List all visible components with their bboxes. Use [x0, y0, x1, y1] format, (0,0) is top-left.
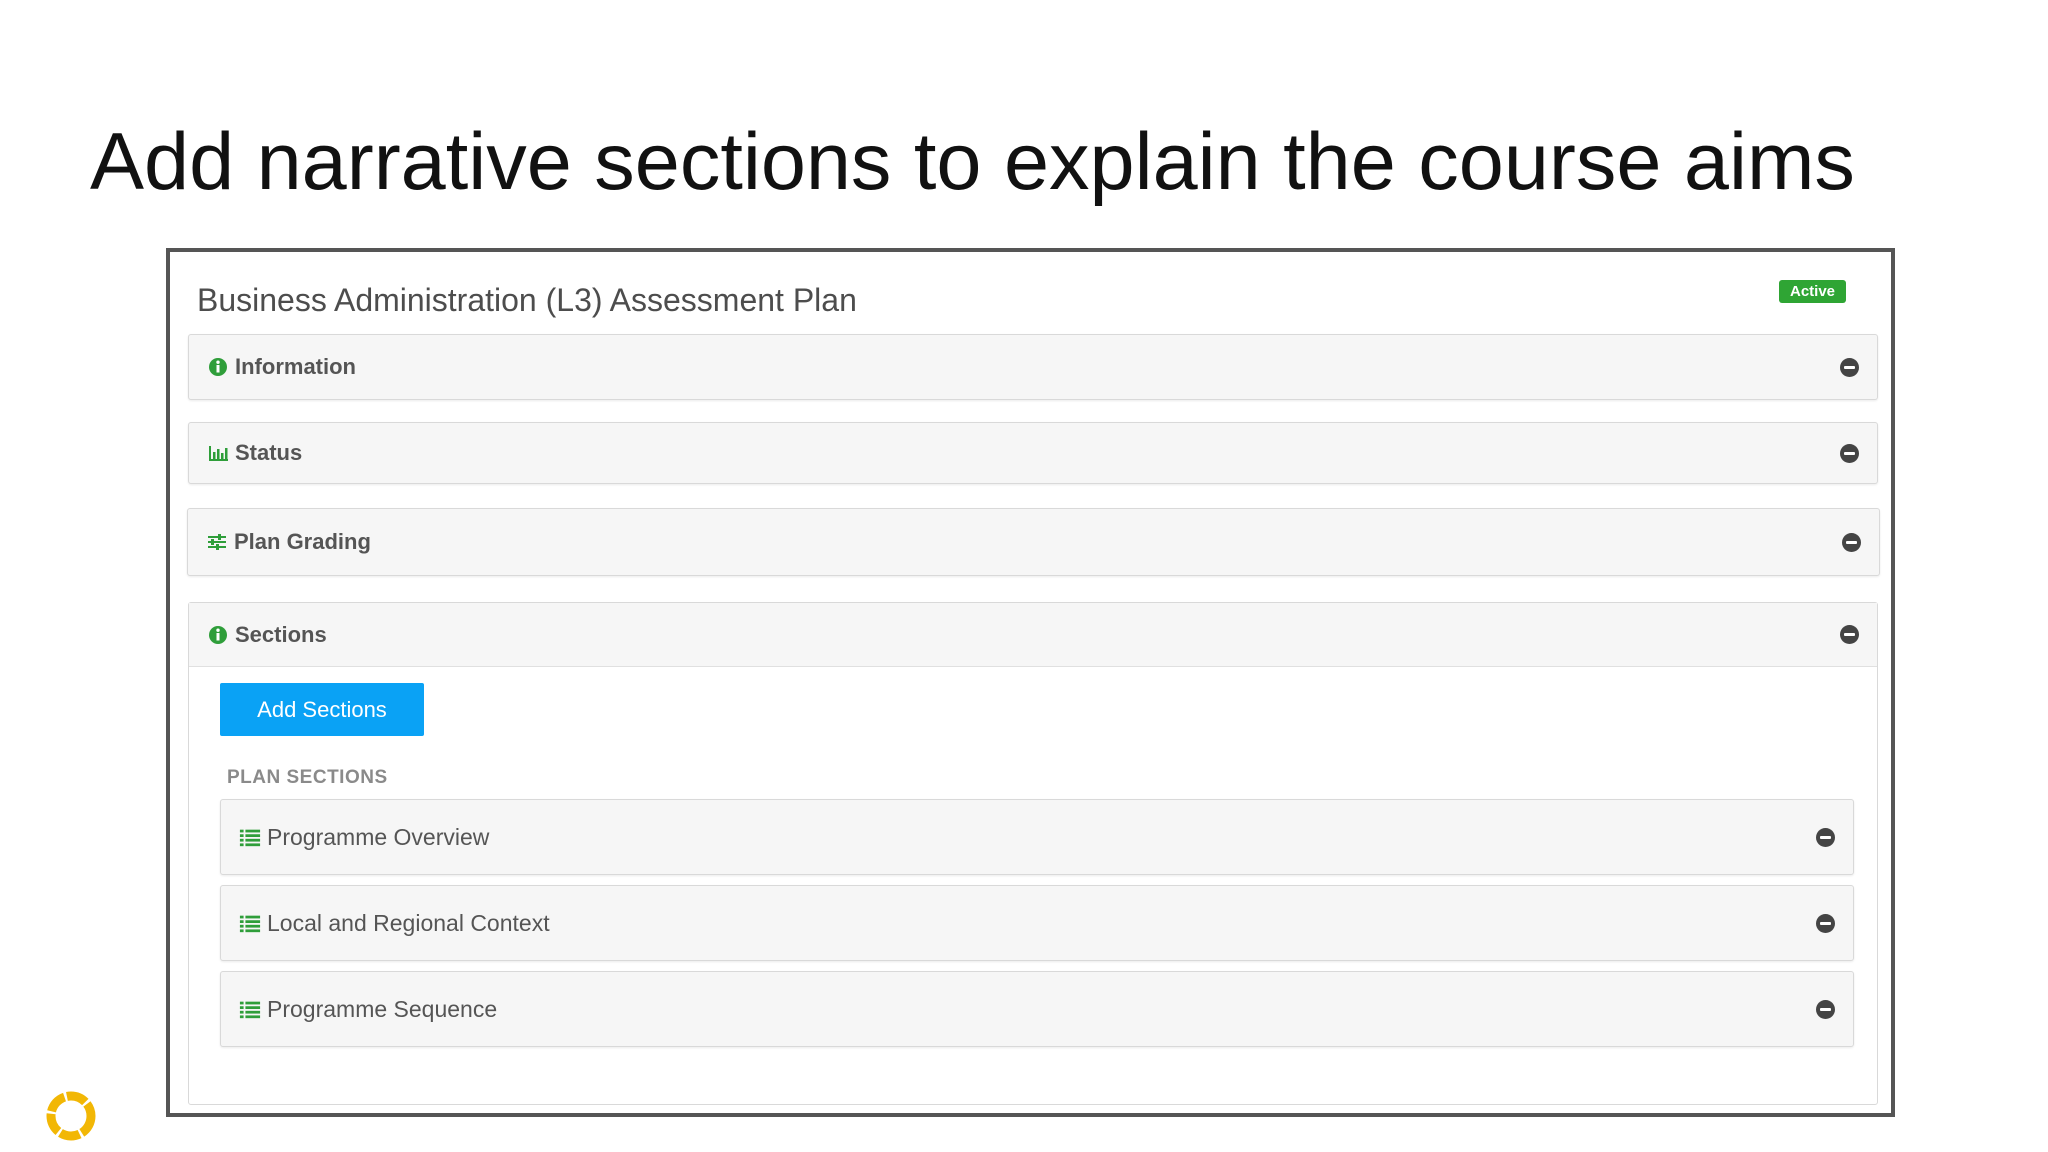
collapse-icon[interactable] — [1842, 532, 1861, 552]
panel-sections-label: Sections — [235, 621, 327, 647]
info-circle-icon — [209, 625, 227, 644]
panel-sections: Sections Add Sections PLAN SECTIONS Prog… — [188, 602, 1878, 1105]
panel-information-label: Information — [235, 354, 356, 379]
list-icon — [239, 915, 261, 933]
collapse-icon[interactable] — [1840, 357, 1859, 377]
panel-information[interactable]: Information — [188, 334, 1878, 400]
section-item-programme-sequence[interactable]: Programme Sequence — [220, 971, 1854, 1047]
assessment-plan-window: Business Administration (L3) Assessment … — [166, 248, 1895, 1117]
section-item-label: Local and Regional Context — [267, 909, 550, 936]
collapse-icon[interactable] — [1816, 999, 1835, 1019]
info-circle-icon — [209, 358, 227, 376]
plan-sections-heading: PLAN SECTIONS — [227, 767, 388, 788]
collapse-icon[interactable] — [1816, 913, 1835, 933]
add-sections-button[interactable]: Add Sections — [220, 683, 424, 736]
bar-chart-icon — [209, 446, 228, 461]
section-item-label: Programme Overview — [267, 823, 490, 850]
panel-plan-grading-label: Plan Grading — [234, 529, 371, 554]
panel-sections-header[interactable]: Sections — [189, 603, 1877, 667]
status-badge: Active — [1779, 280, 1846, 303]
section-item-programme-overview[interactable]: Programme Overview — [220, 799, 1854, 875]
collapse-icon[interactable] — [1840, 625, 1859, 644]
panel-status[interactable]: Status — [188, 422, 1878, 484]
list-icon — [239, 829, 261, 847]
plan-title: Business Administration (L3) Assessment … — [197, 282, 857, 318]
collapse-icon[interactable] — [1840, 443, 1859, 463]
section-item-local-regional-context[interactable]: Local and Regional Context — [220, 885, 1854, 961]
panel-plan-grading[interactable]: Plan Grading — [187, 508, 1880, 576]
panel-status-label: Status — [235, 440, 303, 465]
slide-title: Add narrative sections to explain the co… — [90, 117, 1855, 207]
logo-ring-icon — [46, 1091, 96, 1141]
collapse-icon[interactable] — [1816, 827, 1835, 847]
sliders-icon — [208, 534, 226, 550]
section-item-label: Programme Sequence — [267, 995, 498, 1022]
list-icon — [239, 1001, 261, 1019]
